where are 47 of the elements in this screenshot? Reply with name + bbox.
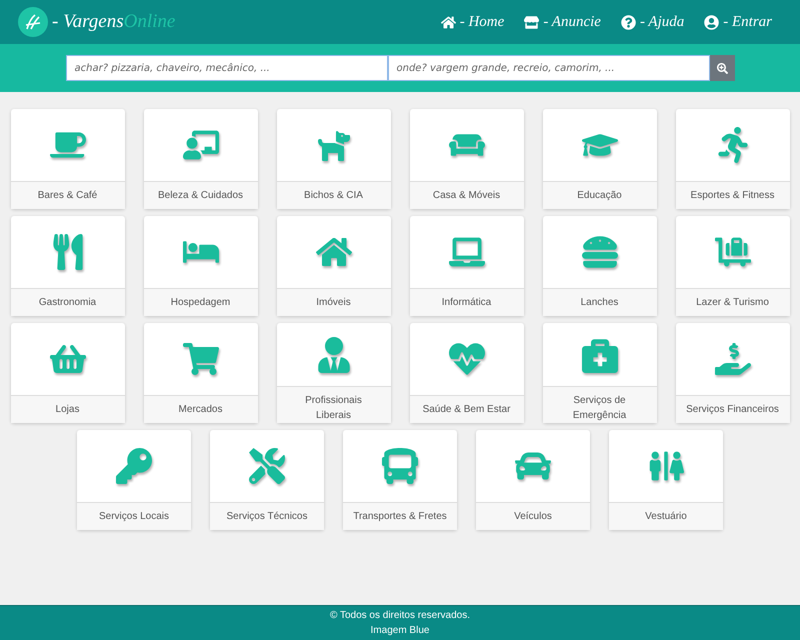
category-link[interactable]: Lojas [10, 396, 124, 423]
nav-link[interactable]: - Anuncie [524, 14, 601, 30]
burger-icon [582, 234, 618, 270]
nav-link[interactable]: - Home [440, 14, 504, 30]
category-link[interactable]: Veículos [476, 503, 590, 530]
medical-kit-icon [582, 336, 618, 372]
category-link[interactable]: Lanches [542, 289, 656, 316]
category-link[interactable]: Bichos & CIA [276, 182, 390, 209]
what-search-field[interactable]: achar? pizzaria, chaveiro, mecânico, ... [66, 55, 388, 81]
credit-text: Imagem Blue [370, 625, 430, 636]
category-link[interactable]: Serviços Locais [77, 503, 191, 530]
category-link[interactable]: Serviços de Emergência [542, 387, 656, 423]
home-icon [440, 14, 456, 30]
nav-link[interactable]: - Entrar [704, 14, 772, 30]
search-button[interactable] [710, 55, 734, 81]
category-link[interactable]: Informática [410, 289, 524, 316]
bus-icon [382, 448, 418, 484]
category-link[interactable]: Educação [542, 182, 656, 209]
copyright-text: © Todos os direitos reservados. [330, 610, 470, 621]
category-link[interactable]: Profissionais Liberais [276, 387, 390, 423]
user-icon [704, 14, 720, 30]
site-name: - VargensOnline [52, 11, 176, 33]
nav-link[interactable]: - Ajuda [620, 14, 684, 30]
category-link[interactable]: Hospedagem [144, 289, 258, 316]
person-tie-icon [316, 336, 352, 372]
tools-icon [249, 448, 285, 484]
key-icon [116, 448, 152, 484]
category-link[interactable]: Transportes & Fretes [343, 503, 457, 530]
category-link[interactable]: Gastronomia [10, 289, 124, 316]
category-link[interactable]: Lazer & Turismo [676, 289, 790, 316]
category-link[interactable]: Serviços Financeiros [676, 396, 790, 423]
cart-icon [182, 341, 218, 377]
search-icon [716, 62, 728, 74]
category-link[interactable]: Saúde & Bem Estar [410, 396, 524, 423]
category-link[interactable]: Casa & Móveis [410, 182, 524, 209]
category-link[interactable]: Serviços Técnicos [210, 503, 324, 530]
category-link[interactable]: Vestuário [609, 503, 723, 530]
help-icon [620, 14, 636, 30]
category-link[interactable]: Imóveis [276, 289, 390, 316]
where-search-field[interactable]: onde? vargem grande, recreio, camorim, ... [388, 55, 710, 81]
category-link[interactable]: Esportes & Fitness [676, 182, 790, 209]
category-link[interactable]: Bares & Café [10, 182, 124, 209]
store-icon [524, 14, 540, 30]
heartbeat-icon [448, 341, 484, 377]
category-link[interactable]: Beleza & Cuidados [144, 182, 258, 209]
logo-icon [18, 7, 48, 37]
category-link[interactable]: Mercados [144, 396, 258, 423]
